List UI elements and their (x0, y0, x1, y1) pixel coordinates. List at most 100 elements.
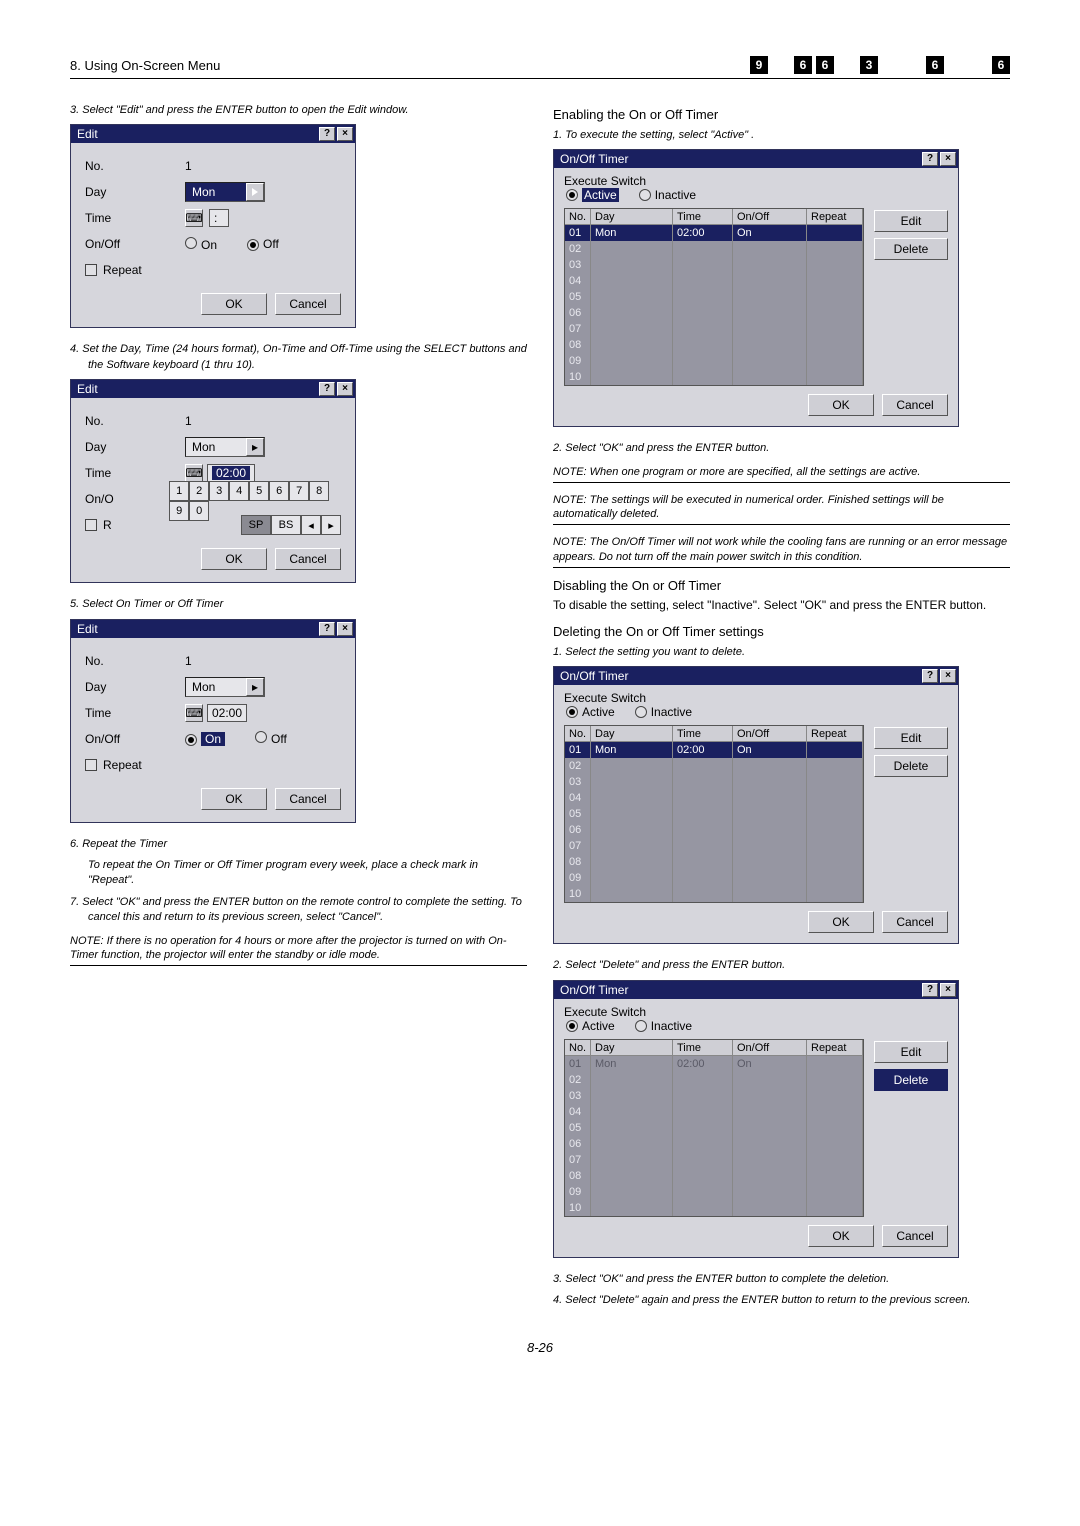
keyboard-icon[interactable]: ⌨ (185, 209, 203, 227)
delete-button[interactable]: Delete (874, 238, 948, 260)
table-row[interactable]: 09 (565, 870, 863, 886)
table-row[interactable]: 05 (565, 289, 863, 305)
table-row[interactable]: 06 (565, 305, 863, 321)
onoff-label: On/Off (85, 237, 185, 251)
key-7[interactable]: 7 (289, 481, 309, 501)
edit-button[interactable]: Edit (874, 727, 948, 749)
help-icon[interactable]: ? (922, 152, 938, 166)
table-row[interactable]: 05 (565, 1120, 863, 1136)
time-value[interactable]: 02:00 (207, 464, 255, 482)
ok-button[interactable]: OK (808, 394, 874, 416)
chevron-right-icon[interactable]: ▸ (246, 438, 264, 456)
cancel-button[interactable]: Cancel (275, 788, 341, 810)
table-row[interactable]: 01Mon02:00On (565, 742, 863, 758)
ok-button[interactable]: OK (808, 1225, 874, 1247)
close-icon[interactable]: × (940, 983, 956, 997)
day-dropdown[interactable]: Mon ▸ (185, 677, 265, 697)
key-2[interactable]: 2 (189, 481, 209, 501)
table-row[interactable]: 01Mon02:00On (565, 225, 863, 241)
cancel-button[interactable]: Cancel (882, 911, 948, 933)
active-radio[interactable]: Active (566, 1019, 615, 1033)
cancel-button[interactable]: Cancel (882, 394, 948, 416)
table-row[interactable]: 03 (565, 1088, 863, 1104)
cancel-button[interactable]: Cancel (882, 1225, 948, 1247)
table-row[interactable]: 10 (565, 1200, 863, 1216)
edit-button[interactable]: Edit (874, 210, 948, 232)
key-3[interactable]: 3 (209, 481, 229, 501)
ok-button[interactable]: OK (808, 911, 874, 933)
help-icon[interactable]: ? (319, 382, 335, 396)
help-icon[interactable]: ? (319, 127, 335, 141)
key-9[interactable]: 9 (169, 501, 189, 521)
help-icon[interactable]: ? (319, 622, 335, 636)
table-row[interactable]: 01Mon02:00On (565, 1056, 863, 1072)
key-8[interactable]: 8 (309, 481, 329, 501)
day-dropdown[interactable]: Mon ▸ (185, 437, 265, 457)
table-row[interactable]: 07 (565, 321, 863, 337)
key-bs[interactable]: BS (271, 515, 301, 535)
inactive-radio[interactable]: Inactive (639, 188, 696, 202)
close-icon[interactable]: × (337, 382, 353, 396)
table-row[interactable]: 03 (565, 257, 863, 273)
close-icon[interactable]: × (940, 669, 956, 683)
table-row[interactable]: 06 (565, 822, 863, 838)
table-row[interactable]: 10 (565, 886, 863, 902)
key-0[interactable]: 0 (189, 501, 209, 521)
table-row[interactable]: 10 (565, 369, 863, 385)
table-row[interactable]: 02 (565, 758, 863, 774)
time-value[interactable]: : (209, 209, 229, 227)
table-row[interactable]: 08 (565, 854, 863, 870)
table-row[interactable]: 03 (565, 774, 863, 790)
table-row[interactable]: 09 (565, 353, 863, 369)
ok-button[interactable]: OK (201, 788, 267, 810)
key-4[interactable]: 4 (229, 481, 249, 501)
help-icon[interactable]: ? (922, 983, 938, 997)
chevron-right-icon[interactable]: ▸ (246, 678, 264, 696)
ok-button[interactable]: OK (201, 293, 267, 315)
ok-button[interactable]: OK (201, 548, 267, 570)
key-sp[interactable]: SP (241, 515, 271, 535)
delete-button[interactable]: Delete (874, 1069, 948, 1091)
cancel-button[interactable]: Cancel (275, 548, 341, 570)
table-row[interactable]: 02 (565, 1072, 863, 1088)
table-row[interactable]: 05 (565, 806, 863, 822)
off-radio[interactable]: Off (247, 237, 279, 251)
help-icon[interactable]: ? (922, 669, 938, 683)
key-6[interactable]: 6 (269, 481, 289, 501)
key-right[interactable]: ▸ (321, 515, 341, 535)
active-radio[interactable]: Active (566, 188, 619, 202)
delete-button[interactable]: Delete (874, 755, 948, 777)
table-row[interactable]: 06 (565, 1136, 863, 1152)
day-dropdown[interactable]: Mon (185, 182, 265, 202)
edit-button[interactable]: Edit (874, 1041, 948, 1063)
repeat-checkbox[interactable] (85, 759, 97, 771)
table-row[interactable]: 02 (565, 241, 863, 257)
table-row[interactable]: 07 (565, 838, 863, 854)
keyboard-icon[interactable]: ⌨ (185, 704, 203, 722)
repeat-checkbox[interactable] (85, 519, 97, 531)
on-radio[interactable]: On (185, 732, 225, 746)
on-radio[interactable]: On (185, 237, 217, 252)
inactive-radio[interactable]: Inactive (635, 705, 692, 719)
cancel-button[interactable]: Cancel (275, 293, 341, 315)
chevron-right-icon[interactable] (246, 183, 264, 201)
close-icon[interactable]: × (940, 152, 956, 166)
time-value[interactable]: 02:00 (207, 704, 247, 722)
repeat-checkbox[interactable] (85, 264, 97, 276)
keyboard-icon[interactable]: ⌨ (185, 464, 203, 482)
off-radio[interactable]: Off (255, 731, 287, 746)
table-row[interactable]: 04 (565, 1104, 863, 1120)
table-row[interactable]: 08 (565, 1168, 863, 1184)
table-row[interactable]: 04 (565, 273, 863, 289)
key-left[interactable]: ◂ (301, 515, 321, 535)
key-1[interactable]: 1 (169, 481, 189, 501)
table-row[interactable]: 08 (565, 337, 863, 353)
table-row[interactable]: 04 (565, 790, 863, 806)
inactive-radio[interactable]: Inactive (635, 1019, 692, 1033)
close-icon[interactable]: × (337, 622, 353, 636)
table-row[interactable]: 09 (565, 1184, 863, 1200)
active-radio[interactable]: Active (566, 705, 615, 719)
key-5[interactable]: 5 (249, 481, 269, 501)
close-icon[interactable]: × (337, 127, 353, 141)
table-row[interactable]: 07 (565, 1152, 863, 1168)
